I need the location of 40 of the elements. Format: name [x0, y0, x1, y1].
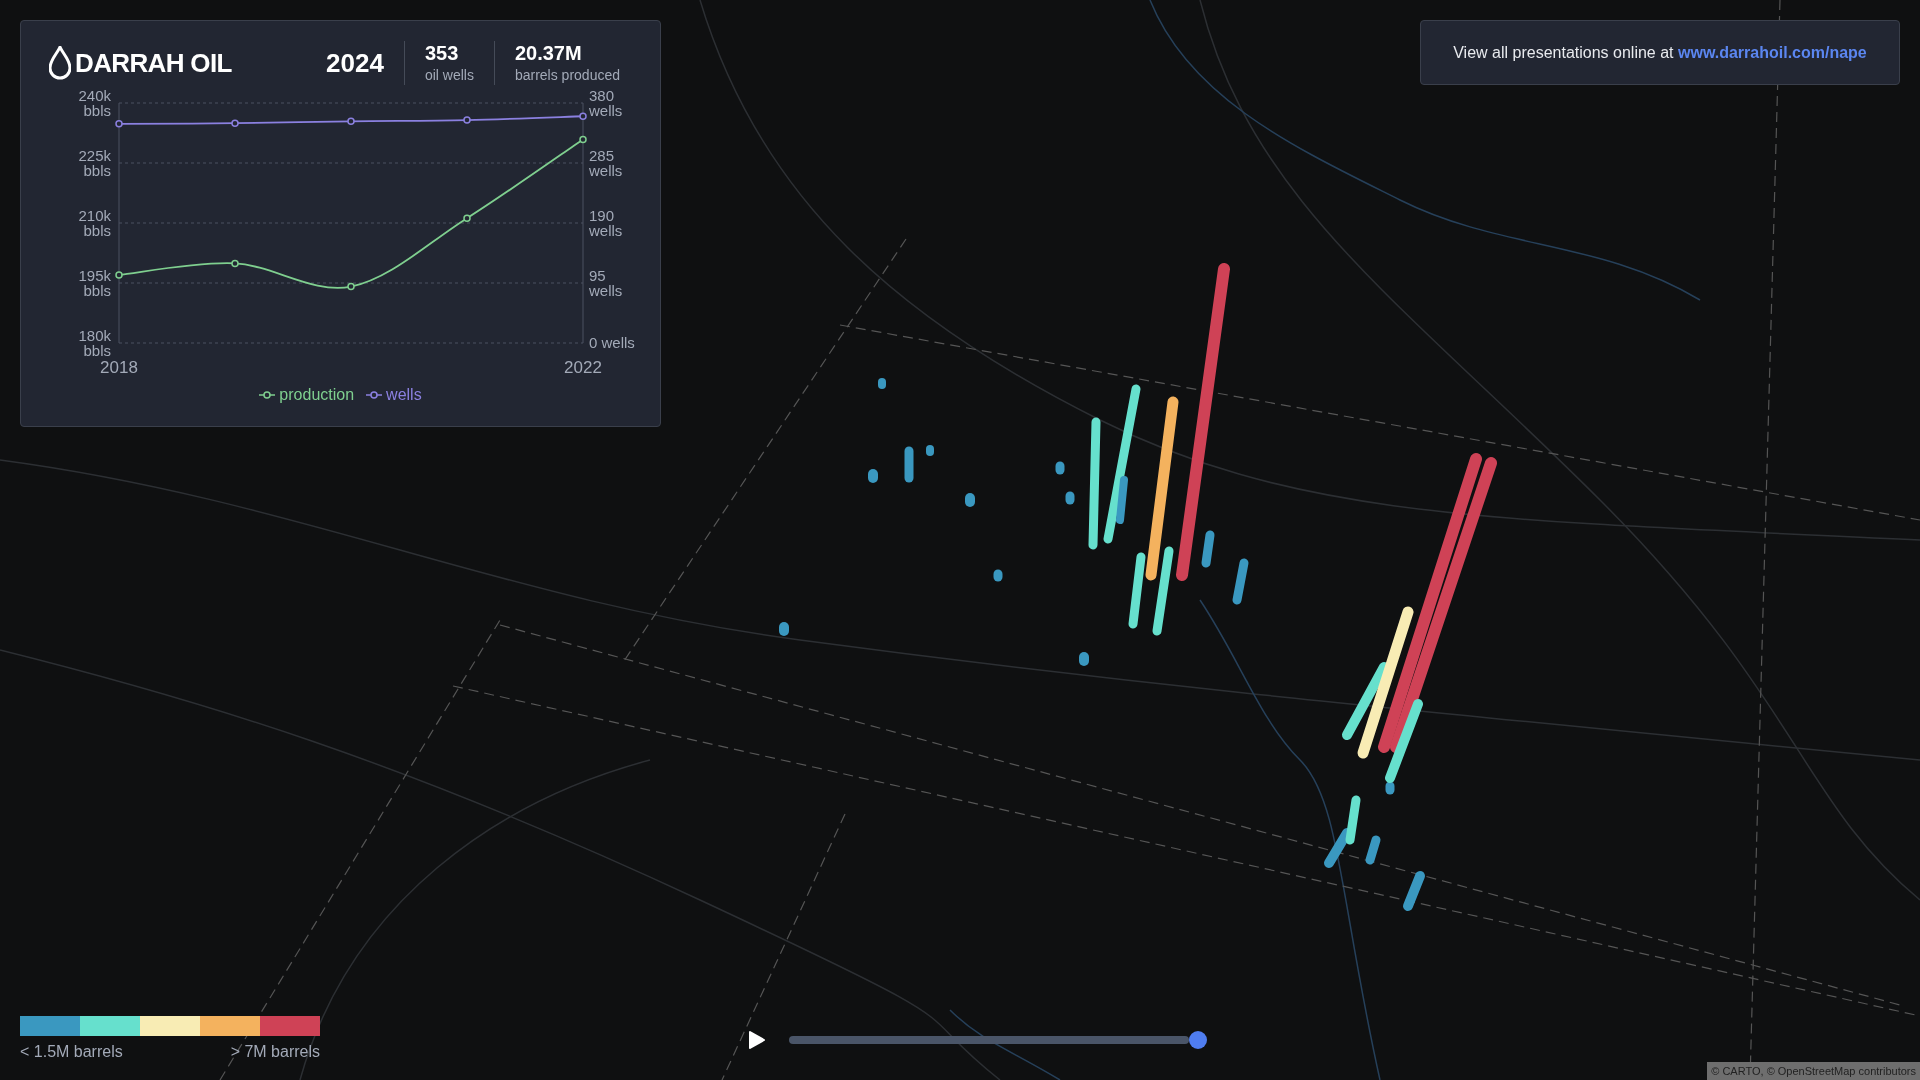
data-point [578, 135, 587, 144]
year-value: 2024 [325, 46, 385, 80]
axis-label: 95 wells [588, 267, 622, 299]
axis-label: 2018 [99, 358, 138, 377]
brand-logo-text: DARRAH OIL [75, 46, 232, 80]
axis-label: 195k bbls [77, 267, 111, 299]
stat-value: 353 [424, 41, 460, 65]
axis-label: 225k bbls [77, 147, 111, 179]
legend-max-label: > 7M barrels [230, 1042, 320, 1062]
axis-label: 240k bbls [77, 89, 111, 119]
legend-line-icon [366, 391, 383, 399]
axis-label: 180k bbls [77, 327, 111, 359]
axis-label: 380 wells [588, 89, 622, 119]
stat-label: barrels produced [514, 66, 620, 85]
data-point [578, 112, 587, 120]
legend-label: production [279, 385, 355, 405]
legend-min-label: < 1.5M barrels [20, 1042, 123, 1062]
stat-label: oil wells [424, 66, 474, 85]
data-point [230, 119, 239, 127]
data-point [230, 259, 239, 268]
data-point [114, 271, 123, 279]
data-point [462, 116, 471, 124]
timeline-thumb[interactable] [1189, 1031, 1207, 1049]
axis-label: 0 wells [588, 334, 635, 351]
axis-label: 285 wells [588, 147, 622, 179]
notice-text: View all presentations online at www.darrahoil.com/nape [1453, 42, 1867, 63]
oil-drop-icon [49, 46, 71, 80]
data-point [462, 214, 471, 222]
website-link[interactable]: www.darrahoil.com/nape [1678, 43, 1867, 61]
axis-label: 190 wells [588, 207, 622, 239]
axis-label: 210k bbls [77, 207, 111, 239]
play-icon [749, 1031, 765, 1049]
map-attribution: © CARTO, © OpenStreetMap contributors [1707, 1062, 1920, 1080]
data-point [346, 117, 355, 126]
axis-label: 2022 [563, 358, 602, 377]
legend-label: wells [386, 385, 422, 405]
legend-line-icon [259, 391, 276, 399]
data-point [346, 282, 355, 291]
stat-value: 20.37M [514, 41, 583, 65]
data-point [114, 120, 123, 128]
